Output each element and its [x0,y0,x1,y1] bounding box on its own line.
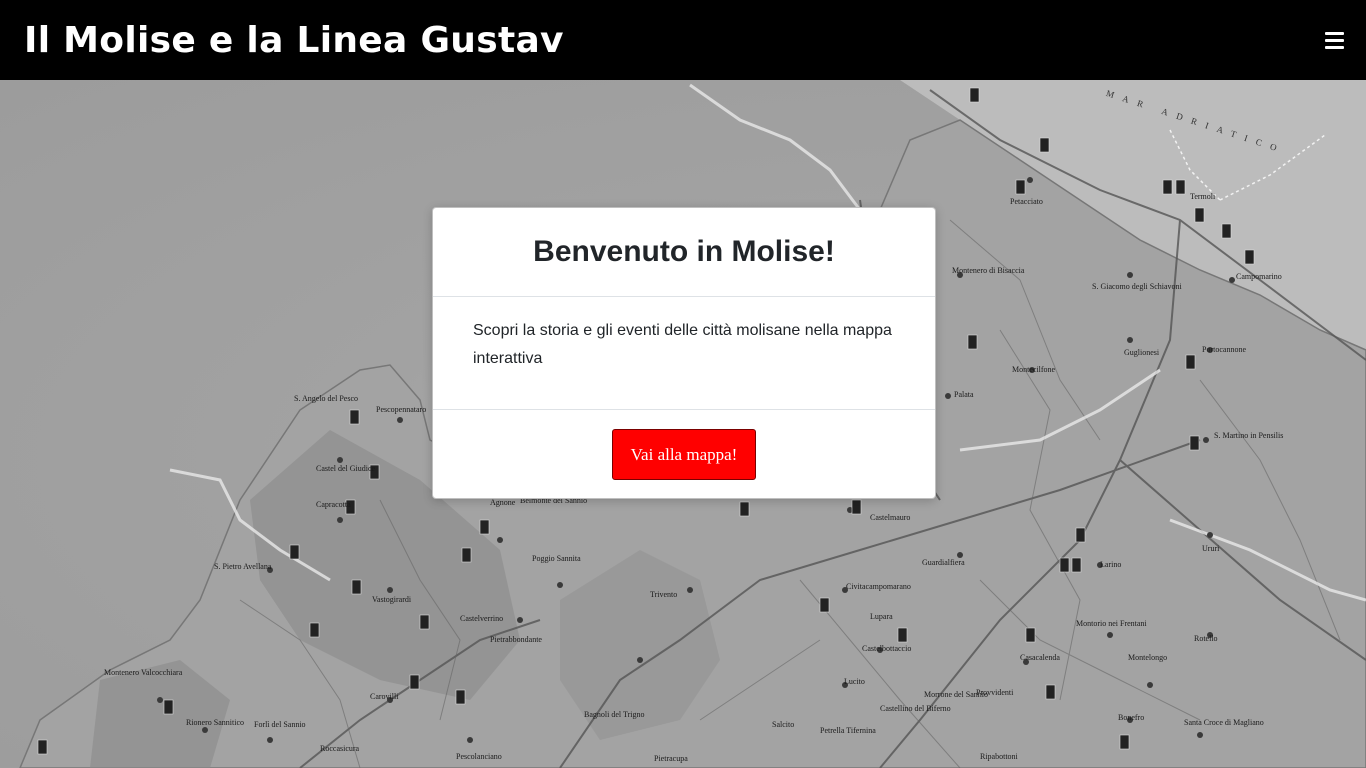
place-label: Montenero Valcocchiara [104,668,183,677]
place-label: Agnone [490,498,516,507]
place-label: Trivento [650,590,678,599]
hamburger-menu-icon[interactable] [1314,20,1354,60]
place-label: Portocannone [1202,345,1246,354]
place-label: Casacalenda [1020,653,1060,662]
modal-header: Benvenuto in Molise! [433,208,935,297]
place-label: Santa Croce di Magliano [1184,718,1264,727]
place-label: S. Pietro Avellana [214,562,272,571]
place-label: Bonefro [1118,713,1145,722]
place-label: Palata [954,390,974,399]
go-to-map-button[interactable]: Vai alla mappa! [612,429,756,480]
place-label: S. Giacomo degli Schiavoni [1092,282,1182,291]
place-label: Lucito [844,677,865,686]
top-navbar: Il Molise e la Linea Gustav [0,0,1366,80]
place-label: S. Martino in Pensilis [1214,431,1284,440]
place-label: Salcito [772,720,795,729]
place-label: Montenero di Bisaccia [952,266,1025,275]
place-label: Campomarino [1236,272,1282,281]
menu-bar-bottom [1324,45,1344,49]
place-label: Montelongo [1128,653,1168,662]
place-label: Ripabottoni [980,752,1018,761]
place-label: Castelverrino [460,614,504,623]
menu-bar-top [1324,31,1344,35]
menu-bar-middle [1324,38,1344,42]
place-label: Forlì del Sannio [254,720,306,729]
modal-title: Benvenuto in Molise! [533,235,835,268]
place-label: Roccasicura [320,744,360,753]
place-label: Bagnoli del Trigno [584,710,645,719]
place-label: Carovilli [370,692,399,701]
place-label: Pietracupa [654,754,688,763]
place-label: Montorio nei Frentani [1076,619,1147,628]
place-label: Provvidenti [976,688,1014,697]
place-label: Pietrabbondante [490,635,542,644]
place-label: Castelmauro [870,513,911,522]
place-label: Guglionesi [1124,348,1160,357]
place-label: Capracotta [316,500,351,509]
place-label: Poggio Sannita [532,554,581,563]
place-label: Castellino del Biferno [880,704,951,713]
place-label: Termoli [1190,192,1216,201]
welcome-modal: Benvenuto in Molise! Scopri la storia e … [432,207,936,499]
modal-body-text: Scopri la storia e gli eventi delle citt… [473,322,892,367]
place-label: Petrella Tifernina [820,726,876,735]
place-label: Vastogirardi [372,595,412,604]
place-label: Rotello [1194,634,1218,643]
place-label: Lupara [870,612,893,621]
place-label: Petacciato [1010,197,1043,206]
place-label: Castelbottaccio [862,644,912,653]
place-label: S. Angelo del Pesco [294,394,358,403]
place-label: Rionero Sannitico [186,718,244,727]
modal-body: Scopri la storia e gli eventi delle citt… [433,297,935,410]
place-label: Ururi [1202,544,1220,553]
place-label: Montecilfone [1012,365,1056,374]
place-label: Guardialfiera [922,558,965,567]
place-label: Pescolanciano [456,752,502,761]
place-label: Castel del Giudice [316,464,376,473]
modal-footer: Vai alla mappa! [433,410,935,499]
place-label: Pescopennataro [376,405,427,414]
place-label: Larino [1100,560,1122,569]
site-brand-title[interactable]: Il Molise e la Linea Gustav [24,20,564,61]
place-label: Civitacampomarano [846,582,911,591]
